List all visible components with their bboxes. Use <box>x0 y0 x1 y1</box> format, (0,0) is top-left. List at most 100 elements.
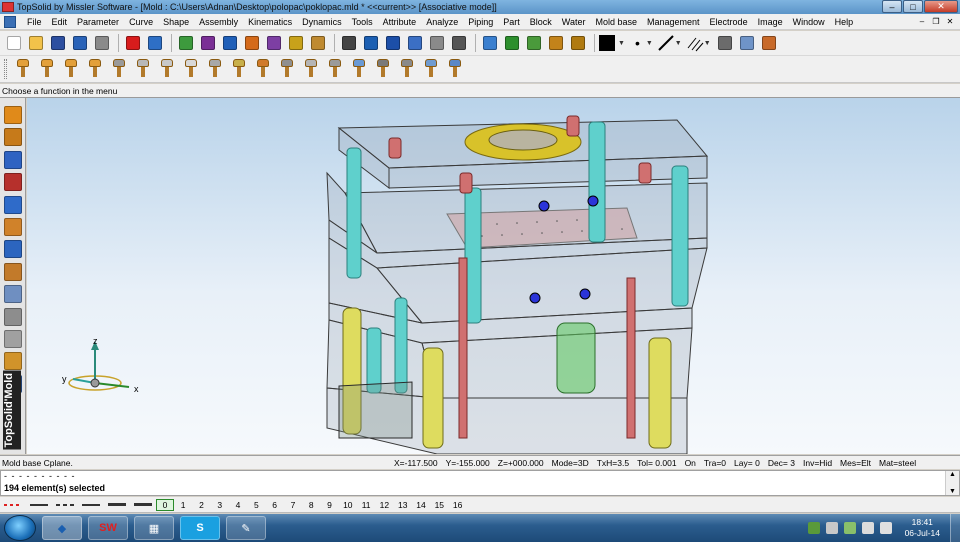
screw-icon[interactable] <box>3 352 22 371</box>
undo-icon[interactable] <box>145 33 165 53</box>
mold-icon[interactable] <box>3 262 22 281</box>
menu-piping[interactable]: Piping <box>463 17 498 27</box>
hook-icon[interactable] <box>427 33 447 53</box>
screw-icon[interactable] <box>87 59 103 79</box>
menu-window[interactable]: Window <box>788 17 830 27</box>
skype-taskbar-icon[interactable]: S <box>180 516 220 540</box>
component-icon[interactable] <box>3 240 22 259</box>
status-measure[interactable]: Mes=Elt <box>836 458 875 468</box>
chevron-down-icon[interactable]: ▼ <box>675 40 682 47</box>
menu-water[interactable]: Water <box>557 17 591 27</box>
axis-icon[interactable] <box>383 33 403 53</box>
layer-12[interactable]: 12 <box>375 500 393 510</box>
status-tolerance[interactable]: Tol= 0.001 <box>633 458 680 468</box>
link-icon[interactable] <box>255 59 271 79</box>
layer-10[interactable]: 10 <box>339 500 357 510</box>
menu-tools[interactable]: Tools <box>347 17 378 27</box>
measure-icon[interactable] <box>198 33 218 53</box>
camera-icon[interactable] <box>715 33 735 53</box>
new-icon[interactable] <box>4 33 24 53</box>
ejector-icon[interactable] <box>3 307 22 326</box>
curve-icon[interactable] <box>3 128 22 147</box>
layer-7[interactable]: 7 <box>284 500 302 510</box>
scroll-down-icon[interactable]: ▼ <box>949 488 956 495</box>
calculator-taskbar-icon[interactable]: ▦ <box>134 516 174 540</box>
eraser-icon[interactable] <box>308 33 328 53</box>
shape-icon[interactable] <box>3 195 22 214</box>
layer-9[interactable]: 9 <box>320 500 338 510</box>
line-type-thick[interactable] <box>108 503 126 506</box>
menu-parameter[interactable]: Parameter <box>72 17 124 27</box>
status-invisible[interactable]: Inv=Hid <box>799 458 836 468</box>
status-mode[interactable]: Mode=3D <box>548 458 593 468</box>
status-decimals[interactable]: Dec= 3 <box>764 458 799 468</box>
menu-help[interactable]: Help <box>830 17 859 27</box>
menu-attribute[interactable]: Attribute <box>378 17 422 27</box>
menu-management[interactable]: Management <box>642 17 705 27</box>
status-layer[interactable]: Lay= 0 <box>730 458 764 468</box>
mdi-minimize-button[interactable]: – <box>916 16 928 27</box>
status-transparency[interactable]: Tra=0 <box>700 458 730 468</box>
edit-icon[interactable] <box>242 33 262 53</box>
network-tray-icon[interactable] <box>807 522 820 534</box>
menu-assembly[interactable]: Assembly <box>194 17 243 27</box>
maximize-button[interactable]: □ <box>903 0 923 13</box>
status-text-height[interactable]: TxH=3.5 <box>593 458 633 468</box>
assembly-icon[interactable] <box>3 217 22 236</box>
print-icon[interactable] <box>92 33 112 53</box>
layer-3[interactable]: 3 <box>211 500 229 510</box>
layer-2[interactable]: 2 <box>192 500 210 510</box>
menu-dynamics[interactable]: Dynamics <box>297 17 347 27</box>
screw-icon[interactable] <box>15 59 31 79</box>
layer-15[interactable]: 15 <box>430 500 448 510</box>
cylinder-icon[interactable] <box>183 59 199 79</box>
cut-icon[interactable] <box>339 33 359 53</box>
point-style-icon[interactable]: • <box>635 35 640 51</box>
render-icon[interactable] <box>737 33 757 53</box>
signal-tray-icon[interactable] <box>861 522 874 534</box>
save-icon[interactable] <box>48 33 68 53</box>
chevron-down-icon[interactable]: ▼ <box>618 40 625 47</box>
minimize-button[interactable]: – <box>882 0 902 13</box>
menu-image[interactable]: Image <box>753 17 788 27</box>
mdi-close-button[interactable]: ✕ <box>944 16 956 27</box>
solid-icon[interactable] <box>3 150 22 169</box>
cylinder-icon[interactable] <box>135 59 151 79</box>
volume-tray-icon[interactable] <box>879 522 892 534</box>
menu-electrode[interactable]: Electrode <box>705 17 753 27</box>
layer-13[interactable]: 13 <box>394 500 412 510</box>
point-icon[interactable] <box>361 33 381 53</box>
update-icon[interactable] <box>176 33 196 53</box>
line-type-bold[interactable] <box>134 503 152 506</box>
line-style-icon[interactable] <box>657 34 675 52</box>
delete-icon[interactable] <box>123 33 143 53</box>
graphics-viewport[interactable]: z y x <box>27 98 960 454</box>
layer-6[interactable]: 6 <box>265 500 283 510</box>
bolt-icon[interactable] <box>231 59 247 79</box>
cylinder-icon[interactable] <box>111 59 127 79</box>
document-icon[interactable] <box>4 15 16 28</box>
show-desktop-button[interactable] <box>950 514 960 542</box>
part-icon[interactable] <box>279 59 295 79</box>
status-material[interactable]: Mat=steel <box>875 458 920 468</box>
close-button[interactable]: ✕ <box>924 0 958 13</box>
toolbar-grip[interactable] <box>4 59 7 79</box>
open-icon[interactable] <box>26 33 46 53</box>
bulb-icon[interactable] <box>351 59 367 79</box>
pan-icon[interactable] <box>568 33 588 53</box>
properties-icon[interactable] <box>70 33 90 53</box>
layer-11[interactable]: 11 <box>357 500 375 510</box>
plug-icon[interactable] <box>327 59 343 79</box>
ring-icon[interactable] <box>207 59 223 79</box>
hatch-icon[interactable] <box>686 34 704 52</box>
view-icon[interactable] <box>759 33 779 53</box>
paint-taskbar-icon[interactable]: ✎ <box>226 516 266 540</box>
layer-4[interactable]: 4 <box>229 500 247 510</box>
mdi-restore-button[interactable]: ❐ <box>930 16 942 27</box>
mold-3d-model[interactable]: z y x <box>27 98 960 454</box>
flag-tray-icon[interactable] <box>825 522 838 534</box>
cooling-icon[interactable] <box>3 329 22 348</box>
menu-kinematics[interactable]: Kinematics <box>243 17 297 27</box>
menu-analyze[interactable]: Analyze <box>421 17 463 27</box>
menu-curve[interactable]: Curve <box>124 17 158 27</box>
